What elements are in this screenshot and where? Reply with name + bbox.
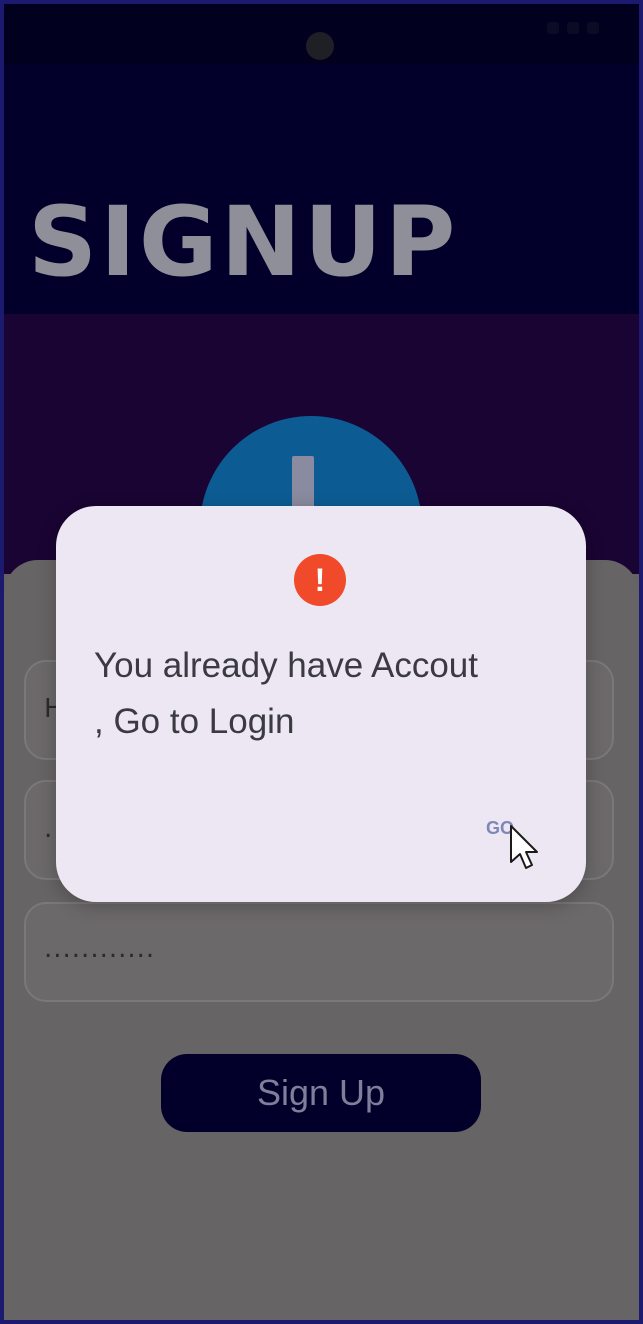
- dialog-message-line2: , Go to Login: [94, 702, 295, 741]
- dialog-message: You already have Accout , Go to Login: [94, 638, 564, 750]
- password-field[interactable]: ............: [24, 902, 614, 1002]
- status-bar: [4, 4, 639, 64]
- password-field-value: ............: [44, 934, 156, 964]
- page-title: SIGNUP: [28, 186, 459, 298]
- camera-cutout: [306, 32, 334, 60]
- wifi-icon: [567, 22, 579, 34]
- mouse-cursor-icon: [510, 825, 538, 869]
- email-field-value: .: [44, 814, 53, 844]
- phone-screen: SIGNUP H . ............ Sign Up ! You al…: [0, 0, 643, 1324]
- battery-icon: [587, 22, 599, 34]
- dialog-message-line1: You already have Accout: [94, 646, 478, 685]
- signup-button[interactable]: Sign Up: [161, 1054, 481, 1132]
- alert-dialog: ! You already have Accout , Go to Login …: [56, 506, 586, 902]
- exclamation-icon: !: [294, 554, 346, 606]
- status-icons: [547, 22, 599, 34]
- signal-icon: [547, 22, 559, 34]
